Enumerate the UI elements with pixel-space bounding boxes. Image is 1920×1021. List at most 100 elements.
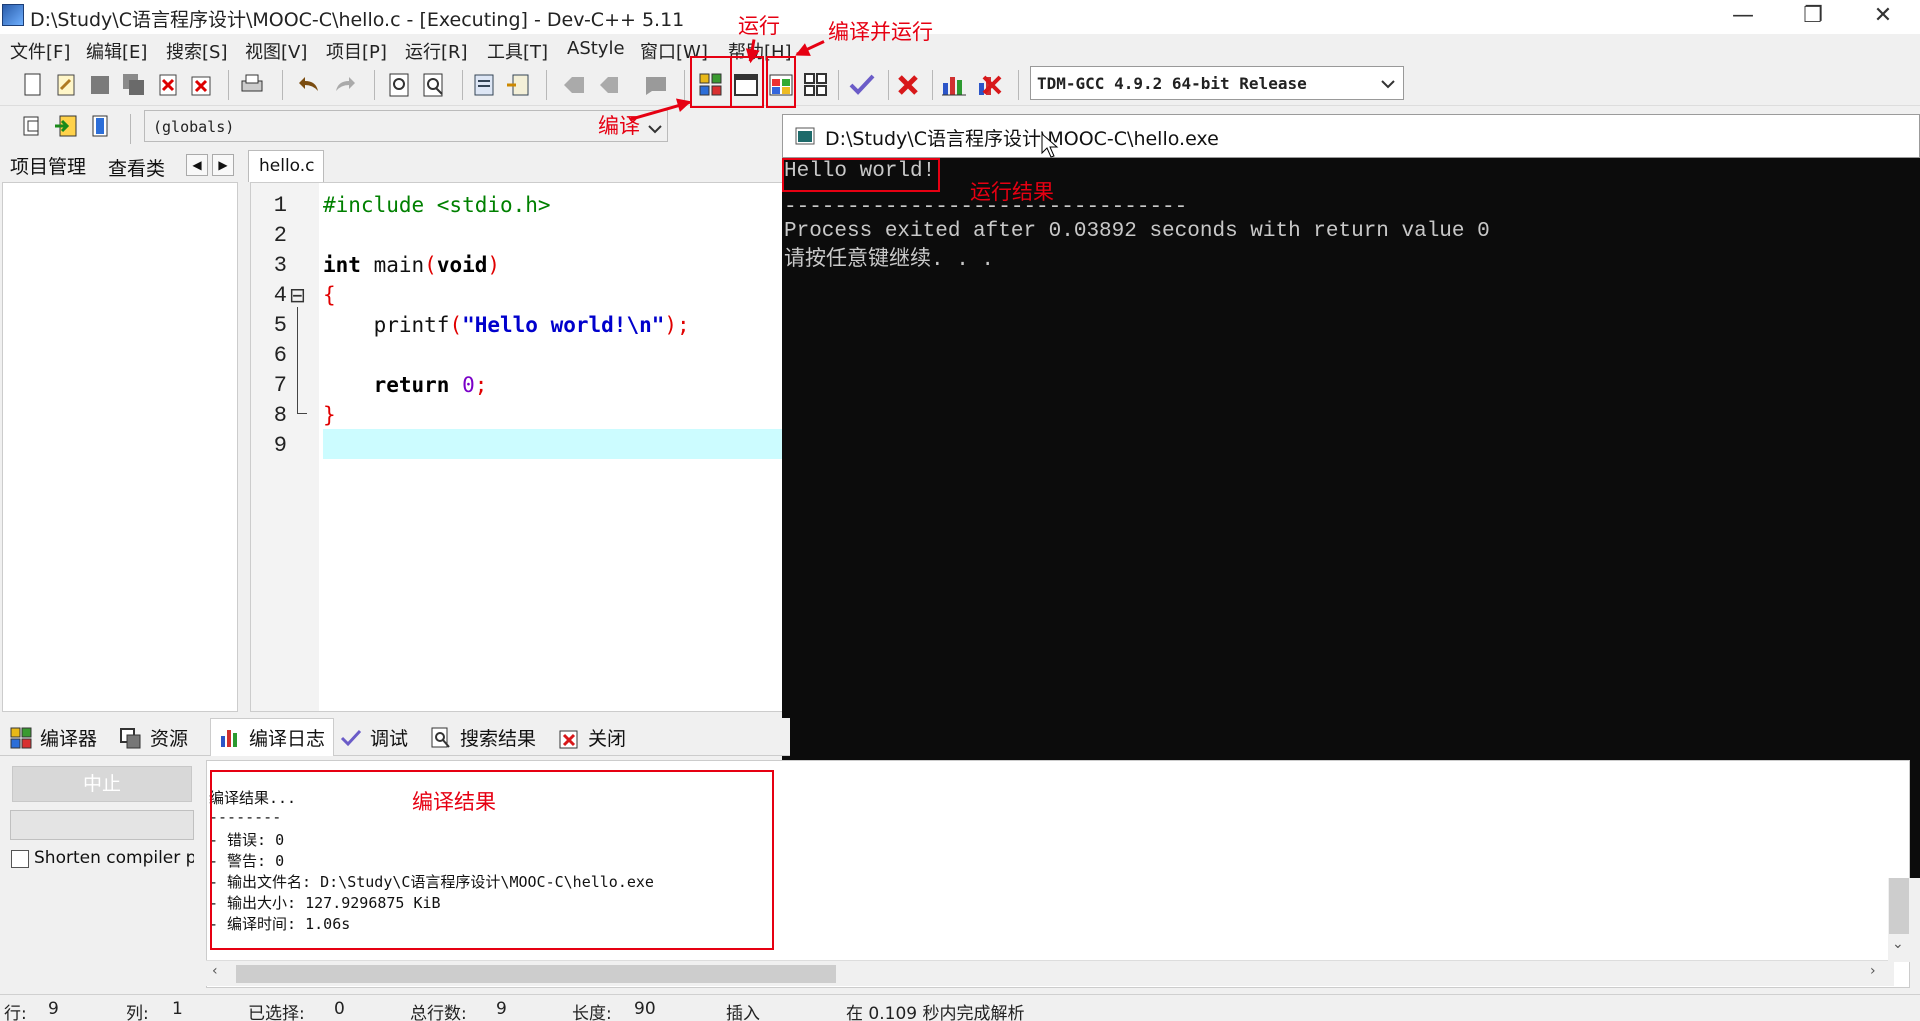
find-icon[interactable]	[386, 71, 414, 99]
delete-profile-icon[interactable]	[976, 71, 1004, 99]
tab-class-browser[interactable]: 查看类	[108, 154, 165, 181]
code-editor[interactable]: 1 2 3 4 5 6 7 8 9 ⊟ #include <stdio.h> i…	[250, 182, 790, 712]
tab-compile-log[interactable]: 编译日志	[210, 718, 335, 756]
tab-label: 资源	[150, 728, 189, 750]
keyword-int: int	[323, 253, 361, 277]
open-file-icon[interactable]	[52, 71, 80, 99]
menu-astyle[interactable]: AStyle	[567, 38, 625, 59]
tab-debug[interactable]: 调试	[340, 724, 408, 751]
shorten-paths-checkbox[interactable]	[11, 850, 29, 868]
restore-button[interactable]: ❐	[1778, 0, 1848, 34]
annotation-run-result: 运行结果	[970, 180, 1054, 204]
status-length-label: 长度:	[572, 1004, 612, 1021]
debug-check-icon	[340, 729, 362, 747]
menu-run[interactable]: 运行[R]	[405, 38, 468, 64]
close-all-icon[interactable]	[188, 71, 216, 99]
status-length-value: 90	[634, 999, 656, 1019]
paren-semicolon: );	[664, 313, 690, 337]
fold-collapse-icon[interactable]: ⊟	[289, 283, 306, 307]
annotation-compile-result: 编译结果	[412, 790, 496, 814]
new-file-icon[interactable]	[18, 71, 46, 99]
devcpp-app-icon[interactable]	[2, 4, 24, 26]
menu-tools[interactable]: 工具[T]	[487, 38, 548, 64]
left-tabs: 项目管理 查看类 ◀ ▶	[0, 148, 242, 182]
console-title: D:\Study\C语言程序设计\MOOC-C\hello.exe	[825, 128, 1219, 150]
bottom-tabs: 编译器 资源 编译日志 调试 搜索结果 关闭	[0, 718, 790, 756]
tab-resources[interactable]: 资源	[120, 724, 188, 751]
close-file-icon[interactable]	[154, 71, 182, 99]
status-row-label: 行:	[4, 1004, 27, 1021]
tab-label: 调试	[370, 728, 409, 750]
status-row-value: 9	[48, 999, 59, 1019]
goto-definition-icon[interactable]	[86, 112, 114, 140]
bookmark-next-icon[interactable]	[594, 71, 622, 99]
compiler-select[interactable]: TDM-GCC 4.9.2 64-bit Release	[1030, 66, 1404, 100]
console-line: Process exited after 0.03892 seconds wit…	[784, 220, 1490, 243]
compile-log-chart-icon	[221, 730, 237, 747]
comment-icon[interactable]	[642, 71, 670, 99]
menu-edit[interactable]: 编辑[E]	[86, 38, 147, 64]
bookmark-prev-icon[interactable]	[560, 71, 588, 99]
insert-icon[interactable]	[18, 112, 46, 140]
function-printf: printf	[323, 313, 450, 337]
scroll-down-arrow-icon[interactable]: ⌄	[1892, 936, 1904, 952]
compile-progress-bar	[10, 810, 194, 840]
tab-project-manager[interactable]: 项目管理	[10, 152, 86, 179]
tab-compiler[interactable]: 编译器	[10, 724, 97, 751]
tab-label: 编译日志	[249, 728, 326, 750]
number-literal: 0	[449, 373, 475, 397]
toolbar-separator	[932, 70, 933, 100]
project-panel[interactable]	[2, 182, 238, 712]
scroll-left-arrow-icon[interactable]: ‹	[212, 963, 218, 979]
toolbar-separator	[888, 70, 889, 100]
status-parse-time: 在 0.109 秒内完成解析	[846, 1004, 1025, 1021]
indent-icon[interactable]	[470, 71, 498, 99]
run-highlight-box	[730, 56, 764, 108]
code-line-brace-close: }	[323, 403, 336, 427]
menu-project[interactable]: 项目[P]	[326, 38, 387, 64]
menu-view[interactable]: 视图[V]	[245, 38, 307, 64]
tab-hello-c[interactable]: hello.c	[248, 150, 324, 182]
menu-search[interactable]: 搜索[S]	[166, 38, 227, 64]
horizontal-scrollbar[interactable]: ‹ ›	[206, 960, 1894, 986]
tab-search-results[interactable]: 搜索结果	[430, 724, 536, 751]
syntax-check-icon[interactable]	[848, 71, 876, 99]
vertical-scroll-thumb[interactable]	[1889, 878, 1909, 934]
save-icon[interactable]	[86, 71, 114, 99]
code-line-return: return 0;	[323, 373, 488, 397]
goto-declaration-icon[interactable]	[52, 112, 80, 140]
console-title-bar[interactable]: D:\Study\C语言程序设计\MOOC-C\hello.exe	[782, 114, 1920, 158]
menu-file[interactable]: 文件[F]	[10, 38, 70, 64]
unindent-icon[interactable]	[504, 71, 532, 99]
toolbar-separator	[374, 70, 375, 100]
compiler-select-value: TDM-GCC 4.9.2 64-bit Release	[1037, 74, 1307, 93]
print-icon[interactable]	[238, 71, 266, 99]
toolbar-separator	[282, 70, 283, 100]
redo-icon[interactable]	[330, 71, 358, 99]
stop-execution-icon[interactable]	[894, 71, 922, 99]
function-main: main	[360, 253, 425, 277]
minimize-button[interactable]: —	[1708, 0, 1778, 34]
rebuild-all-icon[interactable]	[802, 71, 830, 99]
compile-run-highlight-box	[766, 56, 796, 108]
tab-scroll-left-button[interactable]: ◀	[186, 154, 208, 176]
mouse-cursor-icon	[1041, 133, 1059, 158]
line-number: 9	[273, 433, 287, 458]
scroll-right-arrow-icon[interactable]: ›	[1870, 963, 1876, 979]
horizontal-scroll-thumb[interactable]	[236, 965, 836, 983]
profile-chart-icon[interactable]	[940, 71, 968, 99]
compiler-icon	[10, 727, 32, 749]
scope-select[interactable]: (globals)	[144, 110, 668, 142]
main-toolbar	[0, 64, 1920, 106]
tab-close[interactable]: 关闭	[558, 724, 626, 751]
code-line-main: int main(void)	[323, 253, 500, 277]
replace-icon[interactable]	[420, 71, 448, 99]
keyword-return: return	[323, 373, 450, 397]
save-all-icon[interactable]	[120, 71, 148, 99]
tab-scroll-right-button[interactable]: ▶	[212, 154, 234, 176]
undo-icon[interactable]	[296, 71, 324, 99]
close-button[interactable]: ✕	[1848, 0, 1918, 34]
status-selected-value: 0	[334, 999, 345, 1019]
stop-button[interactable]: 中止	[12, 766, 192, 802]
string-literal: "Hello world!\n"	[462, 313, 665, 337]
